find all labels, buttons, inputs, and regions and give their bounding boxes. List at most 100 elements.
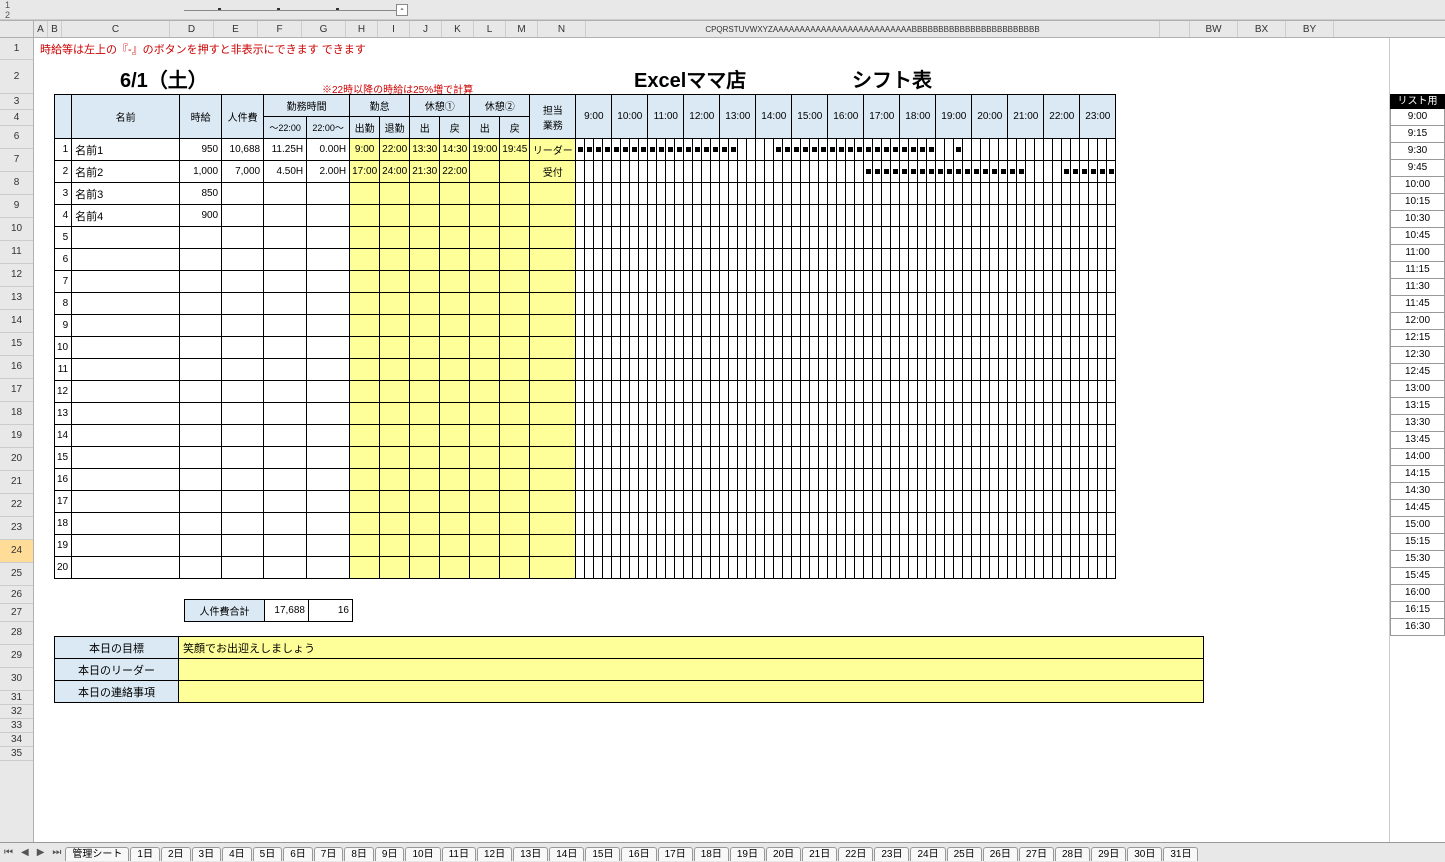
row-21[interactable]: 21 xyxy=(0,471,33,494)
row-7[interactable]: 7 xyxy=(0,149,33,172)
list-item-21[interactable]: 14:15 xyxy=(1390,466,1445,483)
list-item-7[interactable]: 10:45 xyxy=(1390,228,1445,245)
list-item-16[interactable]: 13:00 xyxy=(1390,381,1445,398)
row-20[interactable]: 20 xyxy=(0,448,33,471)
sheet-tab-29日[interactable]: 29日 xyxy=(1091,847,1126,861)
col-J[interactable]: J xyxy=(410,21,442,37)
list-item-10[interactable]: 11:30 xyxy=(1390,279,1445,296)
col-D[interactable]: D xyxy=(170,21,214,37)
sheet-tab-17日[interactable]: 17日 xyxy=(658,847,693,861)
select-all-corner[interactable] xyxy=(0,21,34,37)
row-19[interactable]: 19 xyxy=(0,425,33,448)
list-item-25[interactable]: 15:15 xyxy=(1390,534,1445,551)
col-BW[interactable]: BW xyxy=(1190,21,1238,37)
list-item-15[interactable]: 12:45 xyxy=(1390,364,1445,381)
list-item-0[interactable]: 9:00 xyxy=(1390,109,1445,126)
sheet-tab-22日[interactable]: 22日 xyxy=(838,847,873,861)
list-item-24[interactable]: 15:00 xyxy=(1390,517,1445,534)
row-6[interactable]: 6 xyxy=(0,126,33,149)
col-M[interactable]: M xyxy=(506,21,538,37)
sheet-tab-7日[interactable]: 7日 xyxy=(314,847,344,861)
sheet-tab-23日[interactable]: 23日 xyxy=(874,847,909,861)
col-H[interactable]: H xyxy=(346,21,378,37)
list-item-26[interactable]: 15:30 xyxy=(1390,551,1445,568)
row-2[interactable]: 2 xyxy=(0,60,33,94)
col-A[interactable]: A xyxy=(34,21,48,37)
list-item-23[interactable]: 14:45 xyxy=(1390,500,1445,517)
list-item-17[interactable]: 13:15 xyxy=(1390,398,1445,415)
row-33[interactable]: 33 xyxy=(0,719,33,733)
list-item-1[interactable]: 9:15 xyxy=(1390,126,1445,143)
footer-value-1[interactable] xyxy=(179,659,1204,681)
row-31[interactable]: 31 xyxy=(0,691,33,705)
list-item-11[interactable]: 11:45 xyxy=(1390,296,1445,313)
row-18[interactable]: 18 xyxy=(0,402,33,425)
row-34[interactable]: 34 xyxy=(0,733,33,747)
col-BY[interactable]: BY xyxy=(1286,21,1334,37)
list-item-28[interactable]: 16:00 xyxy=(1390,585,1445,602)
outline-collapse[interactable]: - xyxy=(396,4,408,16)
sheet-tab-28日[interactable]: 28日 xyxy=(1055,847,1090,861)
row-26[interactable]: 26 xyxy=(0,586,33,604)
row-23[interactable]: 23 xyxy=(0,517,33,540)
list-item-5[interactable]: 10:15 xyxy=(1390,194,1445,211)
footer-value-2[interactable] xyxy=(179,681,1204,703)
sheet-tab-13日[interactable]: 13日 xyxy=(513,847,548,861)
row-11[interactable]: 11 xyxy=(0,241,33,264)
sheet-tab-15日[interactable]: 15日 xyxy=(585,847,620,861)
list-item-3[interactable]: 9:45 xyxy=(1390,160,1445,177)
list-item-6[interactable]: 10:30 xyxy=(1390,211,1445,228)
sheet-tab-26日[interactable]: 26日 xyxy=(983,847,1018,861)
tab-nav-3[interactable]: ⏭ xyxy=(48,847,65,858)
sheet-tab-30日[interactable]: 30日 xyxy=(1127,847,1162,861)
list-item-19[interactable]: 13:45 xyxy=(1390,432,1445,449)
footer-table[interactable]: 本日の目標笑顔でお出迎えしましょう本日のリーダー本日の連絡事項 xyxy=(54,636,1204,703)
shift-table[interactable]: 名前時給人件費勤務時間勤怠休憩①休憩②担当 業務9:0010:0011:0012… xyxy=(54,94,1116,579)
list-item-2[interactable]: 9:30 xyxy=(1390,143,1445,160)
col-I[interactable]: I xyxy=(378,21,410,37)
sheet-tab-20日[interactable]: 20日 xyxy=(766,847,801,861)
outline-level-1[interactable]: 1 xyxy=(5,0,29,10)
col-C[interactable]: C xyxy=(62,21,170,37)
row-15[interactable]: 15 xyxy=(0,333,33,356)
list-item-12[interactable]: 12:00 xyxy=(1390,313,1445,330)
outline-level-2[interactable]: 2 xyxy=(5,10,29,20)
col-F[interactable]: F xyxy=(258,21,302,37)
sheet-tab-27日[interactable]: 27日 xyxy=(1019,847,1054,861)
tab-nav-2[interactable]: ▶ xyxy=(33,847,49,858)
row-28[interactable]: 28 xyxy=(0,622,33,645)
list-item-13[interactable]: 12:15 xyxy=(1390,330,1445,347)
sheet-tab-14日[interactable]: 14日 xyxy=(549,847,584,861)
row-10[interactable]: 10 xyxy=(0,218,33,241)
row-25[interactable]: 25 xyxy=(0,563,33,586)
list-item-18[interactable]: 13:30 xyxy=(1390,415,1445,432)
footer-value-0[interactable]: 笑顔でお出迎えしましょう xyxy=(179,637,1204,659)
sheet-tab-12日[interactable]: 12日 xyxy=(477,847,512,861)
list-item-20[interactable]: 14:00 xyxy=(1390,449,1445,466)
sheet-tab-21日[interactable]: 21日 xyxy=(802,847,837,861)
list-item-30[interactable]: 16:30 xyxy=(1390,619,1445,636)
sheet-tab-5日[interactable]: 5日 xyxy=(253,847,283,861)
col-B[interactable]: B xyxy=(48,21,62,37)
sheet-tab-31日[interactable]: 31日 xyxy=(1163,847,1198,861)
row-8[interactable]: 8 xyxy=(0,172,33,195)
sheet-tab-11日[interactable]: 11日 xyxy=(442,847,476,861)
list-item-8[interactable]: 11:00 xyxy=(1390,245,1445,262)
list-item-22[interactable]: 14:30 xyxy=(1390,483,1445,500)
row-22[interactable]: 22 xyxy=(0,494,33,517)
row-27[interactable]: 27 xyxy=(0,604,33,622)
row-3[interactable]: 3 xyxy=(0,94,33,110)
tab-nav-1[interactable]: ◀ xyxy=(17,847,33,858)
row-35[interactable]: 35 xyxy=(0,747,33,761)
sheet-tab-10日[interactable]: 10日 xyxy=(405,847,440,861)
sheet-tab-管理シート[interactable]: 管理シート xyxy=(65,847,129,861)
row-32[interactable]: 32 xyxy=(0,705,33,719)
sheet-tab-6日[interactable]: 6日 xyxy=(283,847,313,861)
col-E[interactable]: E xyxy=(214,21,258,37)
sheet-tab-25日[interactable]: 25日 xyxy=(947,847,982,861)
list-item-4[interactable]: 10:00 xyxy=(1390,177,1445,194)
row-24[interactable]: 24 xyxy=(0,540,33,563)
list-item-14[interactable]: 12:30 xyxy=(1390,347,1445,364)
row-4[interactable]: 4 xyxy=(0,110,33,126)
sheet-tab-1日[interactable]: 1日 xyxy=(130,847,160,861)
